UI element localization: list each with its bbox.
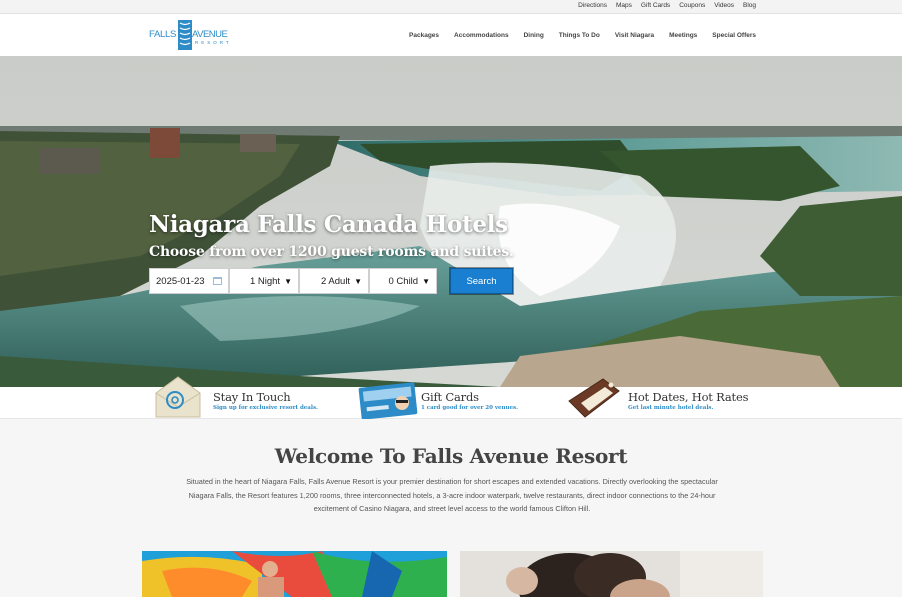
- children-value: 0 Child: [388, 275, 419, 287]
- adults-select[interactable]: 2 Adult ▼: [299, 268, 369, 294]
- promo-hot-dates[interactable]: Hot Dates, Hot Rates Get last minute hot…: [563, 378, 753, 419]
- chevron-down-icon: ▼: [422, 276, 430, 286]
- hero-title: Niagara Falls Canada Hotels: [149, 211, 508, 238]
- hero-subtitle: Choose from over 1200 guest rooms and su…: [149, 244, 514, 260]
- search-button[interactable]: Search: [450, 268, 513, 294]
- promo-strip: Stay In Touch Sign up for exclusive reso…: [0, 376, 902, 419]
- checkin-date-value: 2025-01-23: [156, 275, 205, 287]
- main-nav: Packages Accommodations Dining Things To…: [409, 32, 756, 39]
- utility-nav: Directions Maps Gift Cards Coupons Video…: [578, 2, 756, 9]
- nav-meetings[interactable]: Meetings: [669, 32, 697, 39]
- nights-select[interactable]: 1 Night ▼: [229, 268, 299, 294]
- utility-link-maps[interactable]: Maps: [616, 2, 632, 9]
- utility-link-coupons[interactable]: Coupons: [679, 2, 705, 9]
- promo-stay-in-touch[interactable]: Stay In Touch Sign up for exclusive reso…: [152, 376, 332, 419]
- waterpark-photo: [142, 551, 447, 597]
- nav-dining[interactable]: Dining: [524, 32, 544, 39]
- children-select[interactable]: 0 Child ▼: [369, 268, 437, 294]
- adults-value: 2 Adult: [321, 275, 351, 287]
- promo-title: Hot Dates, Hot Rates: [628, 390, 749, 404]
- logo-falls-text: FALLS: [149, 29, 177, 40]
- checkin-date-field[interactable]: 2025-01-23: [149, 268, 229, 294]
- couple-feature-tile[interactable]: [460, 551, 763, 597]
- waterfall-logo-icon: [178, 20, 192, 50]
- nights-value: 1 Night: [249, 275, 281, 287]
- luggage-tag-icon: [568, 378, 620, 418]
- promo-title: Stay In Touch: [213, 390, 291, 404]
- nav-special-offers[interactable]: Special Offers: [712, 32, 756, 39]
- gift-card-icon: [358, 382, 418, 419]
- calendar-icon[interactable]: [213, 277, 222, 285]
- welcome-text: Situated in the heart of Niagara Falls, …: [186, 477, 718, 513]
- promo-title: Gift Cards: [421, 390, 479, 404]
- logo-resort-text: RESORT: [195, 40, 232, 45]
- chevron-down-icon: ▼: [354, 276, 362, 286]
- promo-desc: Get last minute hotel deals.: [628, 405, 714, 411]
- resort-logo[interactable]: FALLS AVENUE RESORT: [149, 18, 233, 50]
- chevron-down-icon: ▼: [284, 276, 292, 286]
- site-header: FALLS AVENUE RESORT Packages Accommodati…: [0, 14, 902, 56]
- utility-link-gift-cards[interactable]: Gift Cards: [641, 2, 670, 9]
- utility-link-videos[interactable]: Videos: [714, 2, 734, 9]
- utility-link-blog[interactable]: Blog: [743, 2, 756, 9]
- waterpark-feature-tile[interactable]: [142, 551, 447, 597]
- envelope-at-icon: [155, 376, 201, 418]
- promo-gift-cards[interactable]: Gift Cards 1 card good for over 20 venue…: [356, 382, 546, 419]
- nav-visit-niagara[interactable]: Visit Niagara: [615, 32, 654, 39]
- nav-things-to-do[interactable]: Things To Do: [559, 32, 600, 39]
- promo-desc: Sign up for exclusive resort deals.: [213, 405, 318, 411]
- welcome-title: Welcome To Falls Avenue Resort: [274, 444, 628, 468]
- promo-desc: 1 card good for over 20 venues.: [421, 405, 519, 411]
- nav-packages[interactable]: Packages: [409, 32, 439, 39]
- hero-banner: Niagara Falls Canada Hotels Choose from …: [0, 56, 902, 387]
- logo-avenue-text: AVENUE: [192, 29, 228, 40]
- utility-bar: Directions Maps Gift Cards Coupons Video…: [0, 0, 902, 14]
- booking-form: 2025-01-23 1 Night ▼ 2 Adult ▼ 0 Child ▼…: [149, 268, 513, 294]
- couple-photo: [460, 551, 763, 597]
- nav-accommodations[interactable]: Accommodations: [454, 32, 509, 39]
- utility-link-directions[interactable]: Directions: [578, 2, 607, 9]
